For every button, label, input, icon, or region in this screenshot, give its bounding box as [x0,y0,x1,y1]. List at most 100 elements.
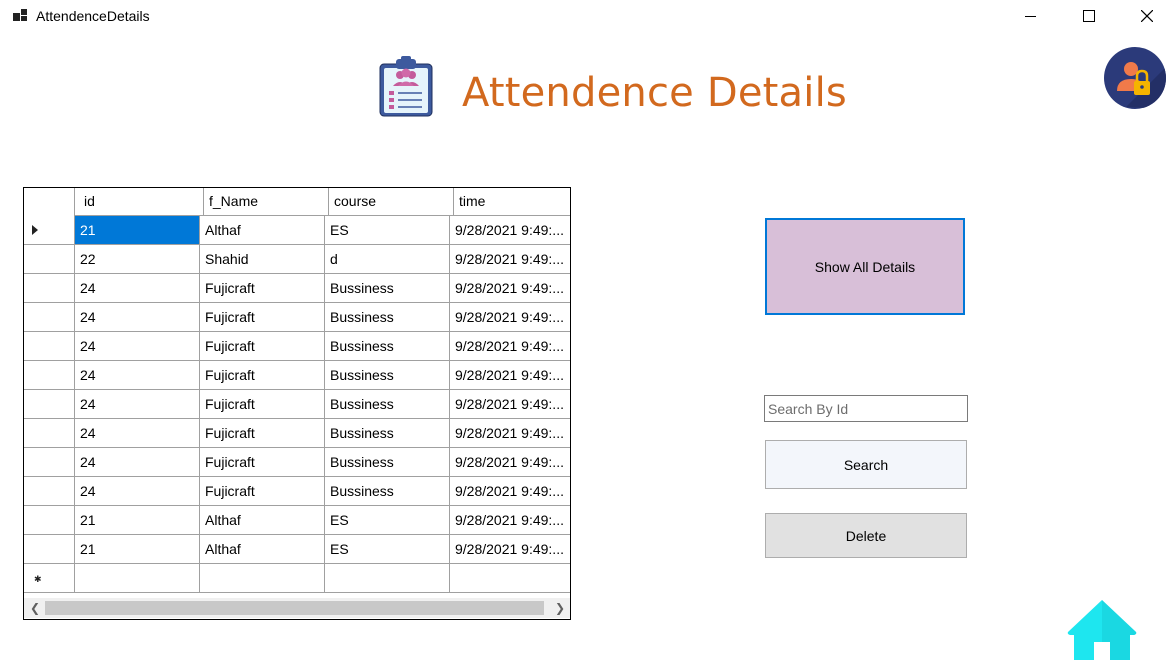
user-lock-button[interactable] [1104,47,1166,109]
grid-header-row: id f_Name course time [24,188,570,217]
cell-time[interactable]: 9/28/2021 9:49:... [450,506,570,535]
cell-f-name[interactable]: Fujicraft [200,390,325,419]
cell-f-name[interactable]: Fujicraft [200,332,325,361]
row-header-corner [24,188,75,217]
cell-time[interactable]: 9/28/2021 9:49:... [450,361,570,390]
cell-f-name[interactable]: Althaf [200,535,325,564]
cell-time[interactable]: 9/28/2021 9:49:... [450,419,570,448]
cell-course[interactable]: Bussiness [325,419,450,448]
delete-button[interactable]: Delete [765,513,967,558]
row-header[interactable] [24,274,75,303]
minimize-button[interactable] [1002,0,1060,32]
cell-id[interactable]: 21 [75,216,200,245]
cell-course[interactable]: ES [325,535,450,564]
cell-f-name[interactable]: Fujicraft [200,448,325,477]
row-header[interactable] [24,303,75,332]
cell-time[interactable]: 9/28/2021 9:49:... [450,303,570,332]
scroll-right-icon[interactable]: ❯ [555,602,565,614]
cell-course[interactable]: Bussiness [325,448,450,477]
attendance-grid[interactable]: id f_Name course time 21 Althaf ES 9/28/202… [23,187,571,620]
column-header-id[interactable]: id [75,188,204,216]
table-row[interactable]: 24 Fujicraft Bussiness 9/28/2021 9:49:... [24,419,570,448]
row-header[interactable] [24,506,75,535]
column-header-f-name[interactable]: f_Name [200,188,329,216]
cell-course[interactable]: ES [325,216,450,245]
close-button[interactable] [1118,0,1173,32]
cell-course[interactable] [325,564,450,593]
cell-f-name[interactable]: Fujicraft [200,477,325,506]
cell-f-name[interactable]: Fujicraft [200,361,325,390]
maximize-button[interactable] [1060,0,1118,32]
horizontal-scrollbar[interactable]: ❮ ❯ [24,598,570,618]
cell-id[interactable]: 21 [75,535,200,564]
table-row[interactable]: 24 Fujicraft Bussiness 9/28/2021 9:49:... [24,332,570,361]
cell-time[interactable]: 9/28/2021 9:49:... [450,245,570,274]
cell-id[interactable]: 24 [75,332,200,361]
row-header[interactable] [24,332,75,361]
table-row[interactable]: 24 Fujicraft Bussiness 9/28/2021 9:49:... [24,303,570,332]
scroll-left-icon[interactable]: ❮ [30,602,40,614]
row-header[interactable] [24,448,75,477]
table-row[interactable]: 24 Fujicraft Bussiness 9/28/2021 9:49:... [24,274,570,303]
cell-time[interactable]: 9/28/2021 9:49:... [450,448,570,477]
cell-id[interactable]: 24 [75,419,200,448]
cell-f-name[interactable]: Fujicraft [200,303,325,332]
table-row[interactable]: 24 Fujicraft Bussiness 9/28/2021 9:49:... [24,448,570,477]
cell-course[interactable]: Bussiness [325,303,450,332]
cell-id[interactable]: 24 [75,361,200,390]
cell-course[interactable]: Bussiness [325,390,450,419]
new-row[interactable]: ✱ [24,564,570,593]
cell-f-name[interactable]: Fujicraft [200,419,325,448]
cell-course[interactable]: Bussiness [325,361,450,390]
cell-id[interactable]: 21 [75,506,200,535]
column-header-course[interactable]: course [325,188,454,216]
table-row[interactable]: 21 Althaf ES 9/28/2021 9:49:... [24,216,570,245]
cell-time[interactable]: 9/28/2021 9:49:... [450,535,570,564]
row-header[interactable]: ✱ [24,564,75,593]
cell-course[interactable]: ES [325,506,450,535]
cell-id[interactable] [75,564,200,593]
cell-time[interactable]: 9/28/2021 9:49:... [450,390,570,419]
cell-f-name[interactable] [200,564,325,593]
cell-course[interactable]: Bussiness [325,332,450,361]
home-button[interactable] [1066,598,1138,662]
cell-course[interactable]: Bussiness [325,274,450,303]
cell-time[interactable] [450,564,570,593]
table-row[interactable]: 24 Fujicraft Bussiness 9/28/2021 9:49:... [24,390,570,419]
cell-course[interactable]: d [325,245,450,274]
cell-id[interactable]: 24 [75,477,200,506]
row-header[interactable] [24,390,75,419]
column-header-time[interactable]: time [450,188,570,216]
table-row[interactable]: 24 Fujicraft Bussiness 9/28/2021 9:49:... [24,477,570,506]
table-row[interactable]: 22 Shahid d 9/28/2021 9:49:... [24,245,570,274]
cell-f-name[interactable]: Fujicraft [200,274,325,303]
cell-f-name[interactable]: Shahid [200,245,325,274]
row-header[interactable] [24,535,75,564]
scrollbar-thumb[interactable] [45,601,544,615]
row-header[interactable] [24,361,75,390]
cell-time[interactable]: 9/28/2021 9:49:... [450,274,570,303]
table-row[interactable]: 21 Althaf ES 9/28/2021 9:49:... [24,506,570,535]
row-header[interactable] [24,477,75,506]
show-all-details-button[interactable]: Show All Details [765,218,965,315]
cell-time[interactable]: 9/28/2021 9:49:... [450,332,570,361]
cell-id[interactable]: 24 [75,274,200,303]
row-header[interactable] [24,245,75,274]
search-by-id-input[interactable] [764,395,968,422]
cell-course[interactable]: Bussiness [325,477,450,506]
cell-time[interactable]: 9/28/2021 9:49:... [450,477,570,506]
cell-time[interactable]: 9/28/2021 9:49:... [450,216,570,245]
cell-id[interactable]: 22 [75,245,200,274]
cell-id[interactable]: 24 [75,448,200,477]
row-header[interactable] [24,216,75,245]
search-button[interactable]: Search [765,440,967,489]
cell-f-name[interactable]: Althaf [200,216,325,245]
cell-id[interactable]: 24 [75,303,200,332]
table-row[interactable]: 21 Althaf ES 9/28/2021 9:49:... [24,535,570,564]
cell-f-name[interactable]: Althaf [200,506,325,535]
clipboard-attendance-icon [376,56,436,118]
row-header[interactable] [24,419,75,448]
cell-id[interactable]: 24 [75,390,200,419]
new-row-star-icon: ✱ [34,574,42,584]
table-row[interactable]: 24 Fujicraft Bussiness 9/28/2021 9:49:... [24,361,570,390]
